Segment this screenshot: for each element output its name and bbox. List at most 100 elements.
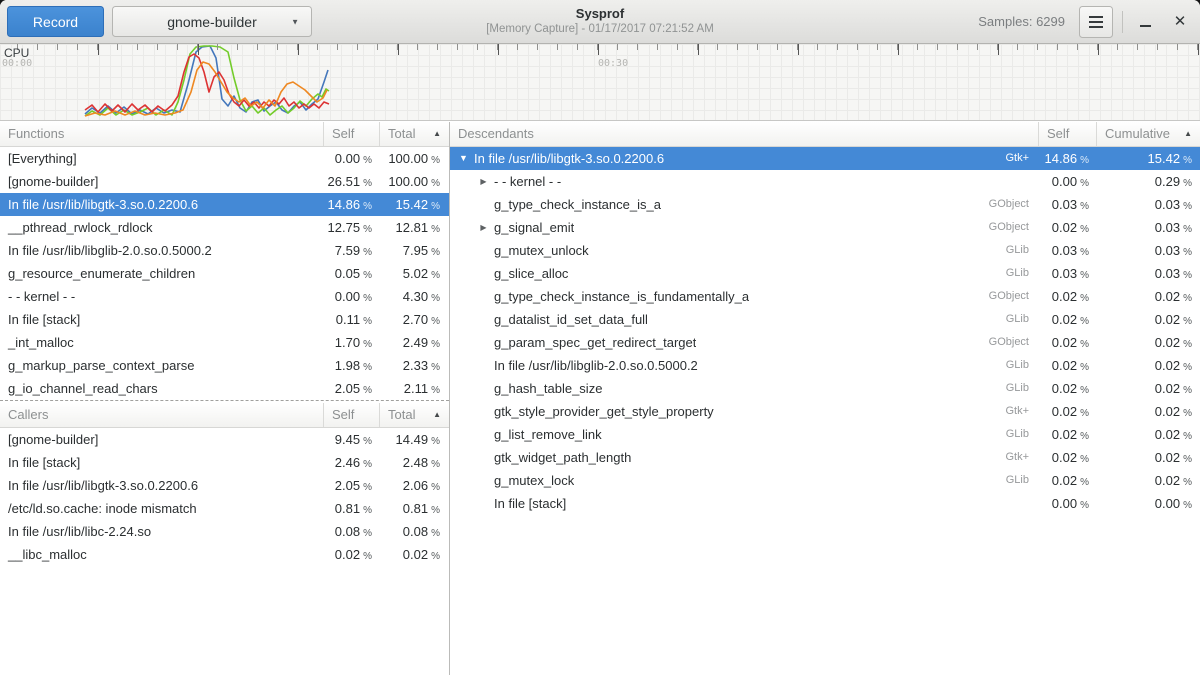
percent-sign: %	[1080, 431, 1089, 442]
function-row[interactable]: g_resource_enumerate_children 0.05% 5.02…	[0, 262, 449, 285]
total-percent: 0.81	[403, 501, 428, 516]
self-percent: 2.46	[335, 455, 360, 470]
caller-row[interactable]: __libc_malloc 0.02% 0.02%	[0, 543, 449, 566]
sort-ascending-icon: ▲	[433, 403, 441, 427]
percent-sign: %	[363, 224, 372, 235]
caller-row[interactable]: /etc/ld.so.cache: inode mismatch 0.81% 0…	[0, 497, 449, 520]
descendant-name: - - kernel - -	[494, 170, 561, 193]
percent-sign: %	[431, 459, 440, 470]
descendant-row[interactable]: g_type_check_instance_is_a GObject 0.03%…	[450, 193, 1200, 216]
expander-icon[interactable]: ▶	[477, 170, 490, 193]
caller-name: In file /usr/lib/libgtk-3.so.0.2200.6	[8, 478, 198, 493]
close-button[interactable]: ✕	[1167, 9, 1193, 35]
cumulative-percent: 0.03	[1155, 243, 1180, 258]
percent-sign: %	[363, 293, 372, 304]
cpu-graph[interactable]: CPU 00:00 00:30	[0, 44, 1200, 121]
expander-icon[interactable]: ▶	[477, 216, 490, 239]
descendant-row[interactable]: g_mutex_unlock GLib 0.03% 0.03%	[450, 239, 1200, 262]
functions-column-header[interactable]: Functions	[0, 122, 323, 146]
percent-sign: %	[1183, 408, 1192, 419]
descendant-row[interactable]: gtk_style_provider_get_style_property Gt…	[450, 400, 1200, 423]
percent-sign: %	[363, 482, 372, 493]
descendant-row[interactable]: gtk_widget_path_length Gtk+ 0.02% 0.02%	[450, 446, 1200, 469]
percent-sign: %	[1080, 316, 1089, 327]
self-percent: 0.02	[1052, 381, 1077, 396]
self-percent: 0.02	[1052, 335, 1077, 350]
function-name: g_resource_enumerate_children	[8, 266, 195, 281]
cumulative-percent: 0.03	[1155, 266, 1180, 281]
percent-sign: %	[1183, 362, 1192, 373]
percent-sign: %	[1080, 362, 1089, 373]
descendants-column-header[interactable]: Descendants	[450, 122, 1038, 146]
percent-sign: %	[431, 293, 440, 304]
descendant-row[interactable]: ▶ g_signal_emit GObject 0.02% 0.03%	[450, 216, 1200, 239]
descendant-row[interactable]: ▼ In file /usr/lib/libgtk-3.so.0.2200.6 …	[450, 147, 1200, 170]
function-row[interactable]: g_io_channel_read_chars 2.05% 2.11%	[0, 377, 449, 400]
functions-self-column-header[interactable]: Self	[323, 122, 379, 146]
descendants-self-column-header[interactable]: Self	[1038, 122, 1096, 146]
sort-ascending-icon: ▲	[1184, 122, 1192, 146]
descendant-row[interactable]: g_param_spec_get_redirect_target GObject…	[450, 331, 1200, 354]
descendant-row[interactable]: g_datalist_id_set_data_full GLib 0.02% 0…	[450, 308, 1200, 331]
descendant-name: g_type_check_instance_is_a	[494, 193, 661, 216]
function-row[interactable]: _int_malloc 1.70% 2.49%	[0, 331, 449, 354]
callers-total-label: Total	[388, 403, 415, 427]
library-badge: Gtk+	[1005, 446, 1038, 469]
headerbar-right: Samples: 6299 ✕	[978, 6, 1193, 38]
function-row[interactable]: - - kernel - - 0.00% 4.30%	[0, 285, 449, 308]
library-badge: GLib	[1006, 354, 1038, 377]
caller-row[interactable]: In file /usr/lib/libc-2.24.so 0.08% 0.08…	[0, 520, 449, 543]
callers-self-column-header[interactable]: Self	[323, 403, 379, 427]
descendant-row[interactable]: g_slice_alloc GLib 0.03% 0.03%	[450, 262, 1200, 285]
function-row[interactable]: [gnome-builder] 26.51% 100.00%	[0, 170, 449, 193]
function-row[interactable]: In file /usr/lib/libgtk-3.so.0.2200.6 14…	[0, 193, 449, 216]
callers-column-header[interactable]: Callers	[0, 403, 323, 427]
descendant-row[interactable]: In file /usr/lib/libglib-2.0.so.0.5000.2…	[450, 354, 1200, 377]
minimize-button[interactable]	[1132, 9, 1158, 35]
descendant-name: g_param_spec_get_redirect_target	[494, 331, 696, 354]
process-selector-value: gnome-builder	[167, 14, 257, 30]
callers-total-column-header[interactable]: Total ▲	[379, 403, 449, 427]
function-row[interactable]: g_markup_parse_context_parse 1.98% 2.33%	[0, 354, 449, 377]
percent-sign: %	[1183, 385, 1192, 396]
self-percent: 0.02	[1052, 220, 1077, 235]
function-row[interactable]: In file /usr/lib/libglib-2.0.so.0.5000.2…	[0, 239, 449, 262]
menu-button[interactable]	[1079, 6, 1113, 38]
window-title-block: Sysprof [Memory Capture] - 01/17/2017 07…	[486, 6, 714, 38]
functions-total-column-header[interactable]: Total ▲	[379, 122, 449, 146]
self-percent: 0.03	[1052, 243, 1077, 258]
descendant-name: g_datalist_id_set_data_full	[494, 308, 648, 331]
descendant-row[interactable]: g_type_check_instance_is_fundamentally_a…	[450, 285, 1200, 308]
total-percent: 14.49	[396, 432, 429, 447]
percent-sign: %	[1080, 477, 1089, 488]
function-row[interactable]: __pthread_rwlock_rdlock 12.75% 12.81%	[0, 216, 449, 239]
descendant-row[interactable]: In file [stack] 0.00% 0.00%	[450, 492, 1200, 515]
cpu-graph-lines	[0, 44, 1200, 120]
self-percent: 1.70	[335, 335, 360, 350]
descendants-panel: Descendants Self Cumulative ▲ ▼ In file …	[450, 122, 1200, 675]
library-badge: GLib	[1006, 262, 1038, 285]
library-badge: GLib	[1006, 469, 1038, 492]
percent-sign: %	[363, 528, 372, 539]
descendant-row[interactable]: g_hash_table_size GLib 0.02% 0.02%	[450, 377, 1200, 400]
process-selector-dropdown[interactable]: gnome-builder ▼	[112, 6, 312, 37]
percent-sign: %	[363, 385, 372, 396]
percent-sign: %	[1183, 454, 1192, 465]
cumulative-percent: 0.02	[1155, 289, 1180, 304]
functions-table: [Everything] 0.00% 100.00% [gnome-builde…	[0, 147, 449, 400]
caller-row[interactable]: [gnome-builder] 9.45% 14.49%	[0, 428, 449, 451]
descendant-row[interactable]: g_list_remove_link GLib 0.02% 0.02%	[450, 423, 1200, 446]
descendants-cumulative-column-header[interactable]: Cumulative ▲	[1096, 122, 1200, 146]
record-button[interactable]: Record	[7, 6, 104, 37]
descendant-row[interactable]: ▶ - - kernel - - 0.00% 0.29%	[450, 170, 1200, 193]
function-row[interactable]: In file [stack] 0.11% 2.70%	[0, 308, 449, 331]
caller-row[interactable]: In file /usr/lib/libgtk-3.so.0.2200.6 2.…	[0, 474, 449, 497]
samples-count: Samples: 6299	[978, 14, 1065, 29]
function-row[interactable]: [Everything] 0.00% 100.00%	[0, 147, 449, 170]
expander-icon[interactable]: ▼	[457, 147, 470, 170]
caller-row[interactable]: In file [stack] 2.46% 2.48%	[0, 451, 449, 474]
self-percent: 0.08	[335, 524, 360, 539]
descendant-row[interactable]: g_mutex_lock GLib 0.02% 0.02%	[450, 469, 1200, 492]
percent-sign: %	[1183, 224, 1192, 235]
left-panel: Functions Self Total ▲ [Everything] 0.00…	[0, 122, 450, 675]
